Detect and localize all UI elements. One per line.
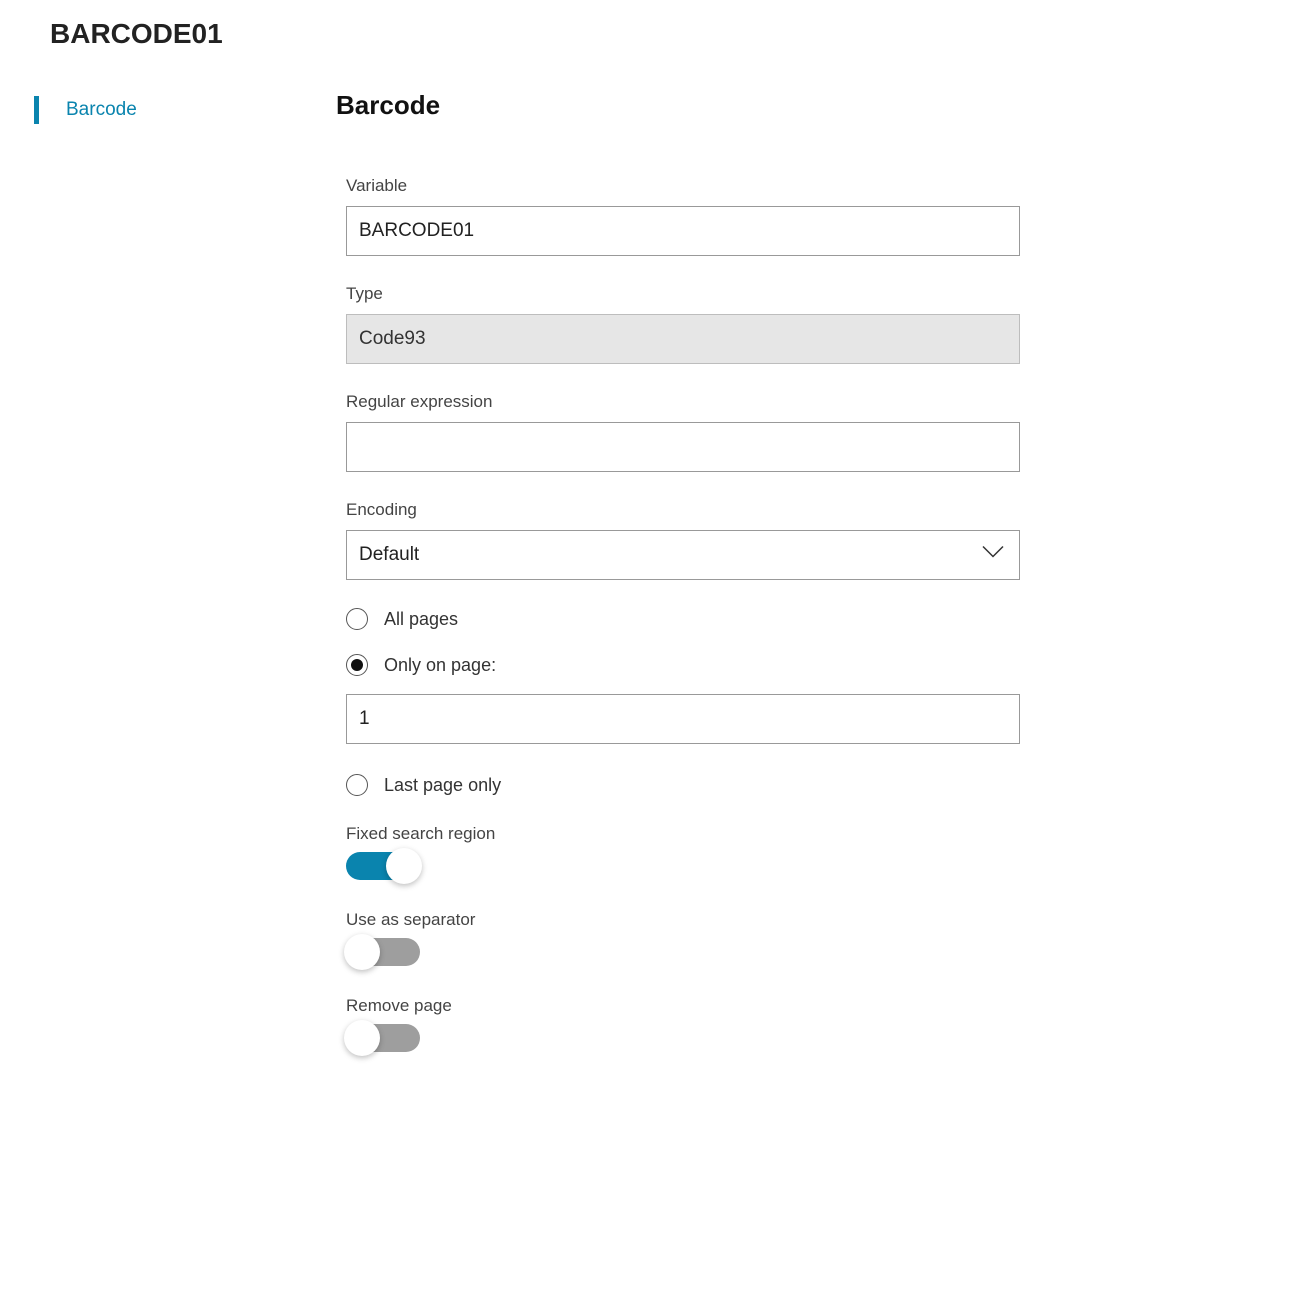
radio-label-all-pages: All pages	[384, 609, 458, 630]
section-title: Barcode	[336, 90, 1020, 121]
encoding-label: Encoding	[346, 500, 1020, 520]
remove-page-label: Remove page	[346, 996, 1020, 1016]
type-input	[346, 314, 1020, 364]
encoding-value[interactable]	[346, 530, 1020, 580]
regex-label: Regular expression	[346, 392, 1020, 412]
page-header: BARCODE01	[0, 18, 1290, 50]
toggle-remove-page-block: Remove page	[346, 996, 1020, 1052]
toggle-fixed-search-region-block: Fixed search region	[346, 824, 1020, 880]
radio-icon	[346, 608, 368, 630]
radio-label-last-page-only: Last page only	[384, 775, 501, 796]
regex-input[interactable]	[346, 422, 1020, 472]
field-variable: Variable	[346, 176, 1020, 256]
main-panel: Barcode Variable Type Regular expression…	[336, 90, 1290, 1082]
toggle-use-as-separator-block: Use as separator	[346, 910, 1020, 966]
field-type: Type	[346, 284, 1020, 364]
field-regex: Regular expression	[346, 392, 1020, 472]
radio-icon	[346, 654, 368, 676]
variable-input[interactable]	[346, 206, 1020, 256]
use-as-separator-toggle[interactable]	[346, 938, 420, 966]
page-title: BARCODE01	[50, 18, 1290, 50]
fixed-search-region-toggle[interactable]	[346, 852, 420, 880]
radio-last-page-only[interactable]: Last page only	[346, 774, 1020, 796]
radio-label-only-on-page: Only on page:	[384, 655, 496, 676]
use-as-separator-label: Use as separator	[346, 910, 1020, 930]
sidebar: Barcode	[0, 90, 336, 1082]
sidebar-item-barcode[interactable]: Barcode	[34, 90, 336, 130]
radio-all-pages[interactable]: All pages	[346, 608, 1020, 630]
only-on-page-input[interactable]	[346, 694, 1020, 744]
radio-icon	[346, 774, 368, 796]
encoding-select[interactable]	[346, 530, 1020, 580]
fixed-search-region-label: Fixed search region	[346, 824, 1020, 844]
page-scope-group: All pages Only on page: Last page only	[346, 608, 1020, 796]
type-label: Type	[346, 284, 1020, 304]
remove-page-toggle[interactable]	[346, 1024, 420, 1052]
sidebar-item-label: Barcode	[34, 99, 137, 121]
field-encoding: Encoding	[346, 500, 1020, 580]
variable-label: Variable	[346, 176, 1020, 196]
radio-only-on-page[interactable]: Only on page:	[346, 654, 1020, 676]
